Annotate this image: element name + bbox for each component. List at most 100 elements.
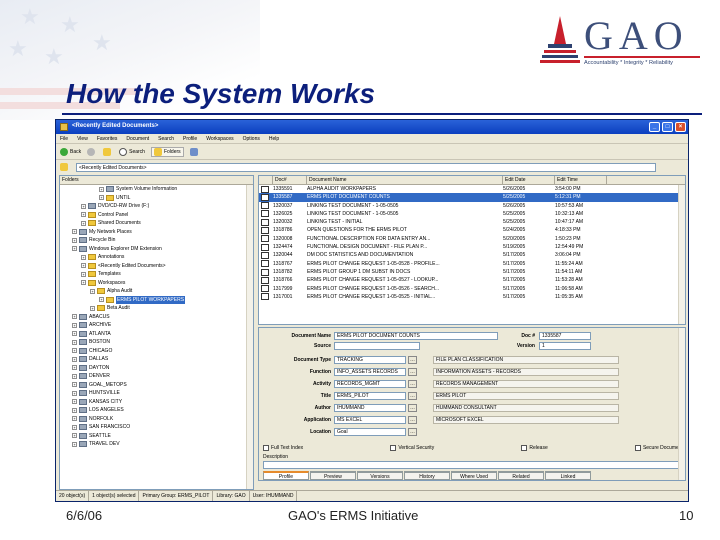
document-row[interactable]: 1318766 ERMS PILOT CHANGE REQUEST 1-05-05… <box>259 276 685 284</box>
tree-item[interactable]: + Shared Documents <box>60 219 253 228</box>
profile-field-value[interactable]: MS EXCEL <box>334 416 406 424</box>
tree-item[interactable]: + BOSTON <box>60 338 253 347</box>
profile-field-value[interactable]: ERMS_PILOT <box>334 392 406 400</box>
tree-item[interactable]: + Windows Explorer DM Extension <box>60 245 253 254</box>
document-name-field[interactable]: ERMS PILOT DOCUMENT COUNTS <box>334 332 498 340</box>
tree-item[interactable]: + UNTIL <box>60 194 253 203</box>
document-list-scrollbar[interactable] <box>678 185 685 324</box>
expand-toggle-icon[interactable]: + <box>72 356 77 362</box>
doc-number-field[interactable]: 1335587 <box>539 332 591 340</box>
back-button[interactable]: Back <box>60 148 81 156</box>
tree-item[interactable]: + DAYTON <box>60 364 253 373</box>
tree-item[interactable]: + System Volume Information <box>60 185 253 194</box>
expand-toggle-icon[interactable]: + <box>81 203 86 209</box>
tree-item[interactable]: + KANSAS CITY <box>60 398 253 407</box>
tree-item[interactable]: + HUNTSVILLE <box>60 389 253 398</box>
tree-item[interactable]: + My Network Places <box>60 228 253 237</box>
tree-item[interactable]: + ARCHIVE <box>60 321 253 330</box>
profile-field-value[interactable]: IHUMMAND <box>334 404 406 412</box>
expand-toggle-icon[interactable]: + <box>72 416 77 422</box>
tab-preview[interactable]: Preview <box>310 471 356 480</box>
expand-toggle-icon[interactable]: + <box>72 441 77 447</box>
lookup-button[interactable]: … <box>408 392 417 400</box>
expand-toggle-icon[interactable]: + <box>90 288 95 294</box>
tree-item[interactable]: + GOAL_METOPS <box>60 381 253 390</box>
expand-toggle-icon[interactable]: + <box>72 229 77 235</box>
tree-item[interactable]: + Templates <box>60 270 253 279</box>
checkbox-box[interactable] <box>390 445 397 451</box>
folder-tree-scrollbar[interactable] <box>246 185 253 489</box>
tree-item[interactable]: + Annotations <box>60 253 253 262</box>
profile-scrollbar[interactable] <box>678 328 685 480</box>
expand-toggle-icon[interactable]: + <box>72 314 77 320</box>
column-header-doc[interactable]: Doc# <box>273 176 307 184</box>
tree-item[interactable]: + ERMS PILOT WORKPAPERS <box>60 295 253 304</box>
menu-item-favorites[interactable]: Favorites <box>97 134 118 143</box>
expand-toggle-icon[interactable]: + <box>81 271 86 277</box>
menu-item-document[interactable]: Document <box>126 134 149 143</box>
checkbox-vertical-security[interactable]: Vertical Security <box>390 445 434 451</box>
tree-item[interactable]: + Alpha Audit <box>60 287 253 296</box>
tree-item[interactable]: + ABACUS <box>60 313 253 322</box>
tree-item[interactable]: + DALLAS <box>60 355 253 364</box>
expand-toggle-icon[interactable]: + <box>72 339 77 345</box>
maximize-button[interactable]: □ <box>662 122 673 132</box>
menu-item-profile[interactable]: Profile <box>183 134 197 143</box>
expand-toggle-icon[interactable]: + <box>72 399 77 405</box>
expand-toggle-icon[interactable]: + <box>72 373 77 379</box>
tree-item[interactable]: + DENVER <box>60 372 253 381</box>
checkbox-secure-document[interactable]: Secure Document <box>634 445 683 451</box>
tree-item[interactable]: + SEATTLE <box>60 432 253 441</box>
tab-versions[interactable]: Versions <box>357 471 403 480</box>
lookup-button[interactable]: … <box>408 404 417 412</box>
expand-toggle-icon[interactable]: + <box>72 382 77 388</box>
menu-item-help[interactable]: Help <box>269 134 279 143</box>
checkbox-box[interactable] <box>521 445 528 451</box>
tree-item[interactable]: + Control Panel <box>60 211 253 220</box>
tab-where-used[interactable]: Where Used <box>451 471 497 480</box>
forward-button[interactable] <box>87 148 97 156</box>
menu-item-workspaces[interactable]: Workspaces <box>206 134 233 143</box>
expand-toggle-icon[interactable]: + <box>72 365 77 371</box>
tree-item[interactable]: + Recycle Bin <box>60 236 253 245</box>
close-button[interactable]: × <box>675 122 686 132</box>
expand-toggle-icon[interactable]: + <box>81 263 86 269</box>
menu-item-options[interactable]: Options <box>243 134 260 143</box>
tree-item[interactable]: + Workspaces <box>60 279 253 288</box>
expand-toggle-icon[interactable]: + <box>72 433 77 439</box>
minimize-button[interactable]: _ <box>649 122 660 132</box>
menu-item-file[interactable]: File <box>60 134 68 143</box>
window-titlebar[interactable]: <Recently Edited Documents> _ □ × <box>56 120 688 134</box>
expand-toggle-icon[interactable]: + <box>81 254 86 260</box>
lookup-button[interactable]: … <box>408 428 417 436</box>
tab-linked[interactable]: Linked <box>545 471 591 480</box>
expand-toggle-icon[interactable]: + <box>99 186 104 192</box>
document-row[interactable]: 1317999 ERMS PILOT CHANGE REQUEST 1-05-05… <box>259 285 685 293</box>
document-row[interactable]: 1326025 LINKING TEST DOCUMENT - 1-05-0505… <box>259 210 685 218</box>
document-row[interactable]: 1318782 ERMS PILOT GROUP 1 DM SUBST IN DO… <box>259 268 685 276</box>
menu-item-search[interactable]: Search <box>158 134 174 143</box>
checkbox-box[interactable] <box>263 445 269 451</box>
tree-item[interactable]: + Beta Audit <box>60 304 253 313</box>
profile-field-value[interactable]: Goal <box>334 428 406 436</box>
expand-toggle-icon[interactable]: + <box>72 331 77 337</box>
folders-button[interactable]: Folders <box>150 147 184 157</box>
expand-toggle-icon[interactable]: + <box>72 237 77 243</box>
document-row[interactable]: 1320037 LINKING TEST DOCUMENT - 1-05-0505… <box>259 202 685 210</box>
lookup-button[interactable]: … <box>408 368 417 376</box>
column-header-edit-time[interactable]: Edit Time <box>555 176 607 184</box>
expand-toggle-icon[interactable]: + <box>72 348 77 354</box>
checkbox-box[interactable] <box>634 445 641 451</box>
checkbox-release[interactable]: Release <box>521 445 548 451</box>
document-row[interactable]: 1324474 FUNCTIONAL DESIGN DOCUMENT - FILE… <box>259 243 685 251</box>
expand-toggle-icon[interactable]: + <box>99 195 104 201</box>
description-field[interactable] <box>263 461 681 469</box>
views-button[interactable] <box>189 148 200 156</box>
tree-item[interactable]: + ATLANTA <box>60 330 253 339</box>
menu-item-view[interactable]: View <box>77 134 88 143</box>
lookup-button[interactable]: … <box>408 356 417 364</box>
tree-item[interactable]: + LOS ANGELES <box>60 406 253 415</box>
lookup-button[interactable]: … <box>408 380 417 388</box>
expand-toggle-icon[interactable]: + <box>81 220 86 226</box>
document-row[interactable]: 1320044 DM DOC STATISTICS AND DOCUMENTATI… <box>259 251 685 259</box>
